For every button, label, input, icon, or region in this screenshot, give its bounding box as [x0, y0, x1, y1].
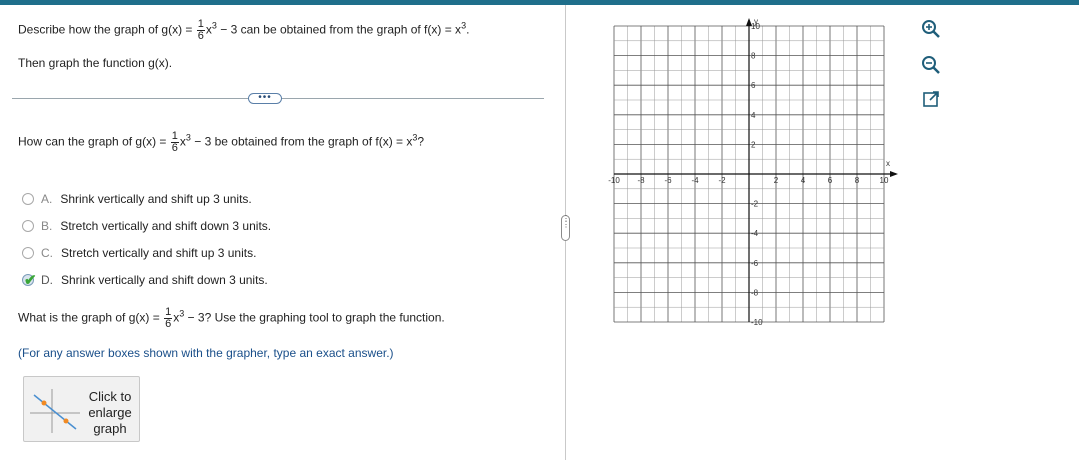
enlarge-label: Click to enlarge graph — [82, 389, 138, 437]
part1-prefix: How can the graph of g(x) = — [18, 134, 167, 149]
enlarge-line3: graph — [93, 421, 127, 436]
fraction-one-sixth: 16 — [196, 19, 205, 42]
answer-hint: (For any answer boxes shown with the gra… — [18, 346, 394, 360]
check-icon: ✔ — [24, 272, 37, 289]
fraction-one-sixth: 16 — [170, 131, 179, 154]
intro-prefix: Describe how the graph of g(x) = — [18, 22, 193, 37]
y-tick-label: -6 — [751, 259, 759, 268]
frac-denominator: 6 — [165, 318, 172, 330]
x-tick-label: 8 — [855, 176, 860, 185]
popout-icon[interactable] — [920, 88, 942, 110]
x-axis-arrow-icon — [890, 171, 898, 177]
choice-text: Shrink vertically and shift down 3 units… — [61, 273, 268, 287]
y-tick-label: 10 — [751, 22, 760, 31]
choice-letter: A. — [41, 192, 53, 206]
graph-thumbnail-icon — [30, 389, 80, 433]
part2-question: What is the graph of g(x) = 1 6 x3 − 3? Us… — [18, 307, 445, 330]
x-tick-label: -10 — [608, 176, 620, 185]
x-tick-label: -2 — [718, 176, 726, 185]
choice-b[interactable]: B. Stretch vertically and shift down 3 u… — [22, 218, 271, 234]
radio-a[interactable] — [22, 193, 34, 205]
enlarge-line2: enlarge — [88, 405, 132, 420]
zoom-out-icon[interactable] — [920, 54, 942, 76]
x-tick-label: 6 — [828, 176, 833, 185]
enlarge-line1: Click to — [88, 389, 132, 404]
intro-line: Describe how the graph of g(x) = 1 6 x3 − … — [18, 19, 469, 42]
x-tick-label: -8 — [637, 176, 645, 185]
choice-text: Shrink vertically and shift up 3 units. — [60, 192, 252, 206]
frac-denominator: 6 — [197, 30, 204, 42]
intro-line2: Then graph the function g(x). — [18, 56, 173, 70]
intro-middle: − 3 can be obtained from the graph of f(… — [216, 22, 462, 37]
radio-b[interactable] — [22, 220, 34, 232]
choice-letter: C. — [41, 246, 53, 260]
part2-middle: − 3? Use the graphing tool to graph the … — [184, 310, 445, 325]
choice-text: Stretch vertically and shift down 3 unit… — [60, 219, 272, 233]
y-tick-label: 6 — [751, 81, 756, 90]
y-tick-label: -4 — [751, 229, 759, 238]
intro-end: . — [466, 22, 470, 37]
y-tick-label: -8 — [751, 288, 759, 297]
x-tick-label: -4 — [691, 176, 699, 185]
coordinate-grid[interactable]: xy-10 -8 -6 -4 -2 2 4 6 8 10108642-2-4-6-8-10 — [600, 18, 900, 328]
frac-denominator: 6 — [171, 142, 178, 154]
choice-a[interactable]: A. Shrink vertically and shift up 3 unit… — [22, 191, 252, 207]
y-tick-label: 4 — [751, 111, 756, 120]
part1-end: ? — [417, 134, 425, 149]
part1-middle: − 3 be obtained from the graph of f(x) =… — [190, 134, 413, 149]
part1-question: How can the graph of g(x) = 1 6 x3 − 3 be … — [18, 131, 424, 154]
part2-prefix: What is the graph of g(x) = — [18, 310, 160, 325]
x-tick-label: 10 — [880, 176, 889, 185]
choice-letter: D. — [41, 273, 53, 287]
x-axis-label: x — [886, 159, 890, 168]
fraction-one-sixth: 16 — [164, 307, 173, 330]
expand-more-button[interactable]: ••• — [248, 93, 282, 104]
y-tick-label: 2 — [751, 140, 756, 149]
radio-d-selected[interactable]: ✔ — [22, 272, 37, 289]
x-tick-label: 4 — [801, 176, 806, 185]
choice-c[interactable]: C. Stretch vertically and shift up 3 uni… — [22, 245, 256, 261]
choice-letter: B. — [41, 219, 53, 233]
radio-c[interactable] — [22, 247, 34, 259]
x-tick-label: 2 — [774, 176, 779, 185]
choice-d[interactable]: ✔ D. Shrink vertically and shift down 3 … — [22, 272, 268, 289]
question-panel: Describe how the graph of g(x) = 1 6 x3 − … — [0, 5, 560, 460]
y-tick-label: -10 — [751, 318, 763, 327]
zoom-in-icon[interactable] — [920, 18, 942, 40]
x-tick-label: -6 — [664, 176, 672, 185]
enlarge-graph-button[interactable]: Click to enlarge graph — [23, 376, 140, 442]
y-tick-label: 8 — [751, 52, 756, 61]
splitter-handle[interactable]: ⋮ ⋮ — [561, 215, 570, 241]
choice-text: Stretch vertically and shift up 3 units. — [61, 246, 257, 260]
y-tick-label: -2 — [751, 200, 759, 209]
